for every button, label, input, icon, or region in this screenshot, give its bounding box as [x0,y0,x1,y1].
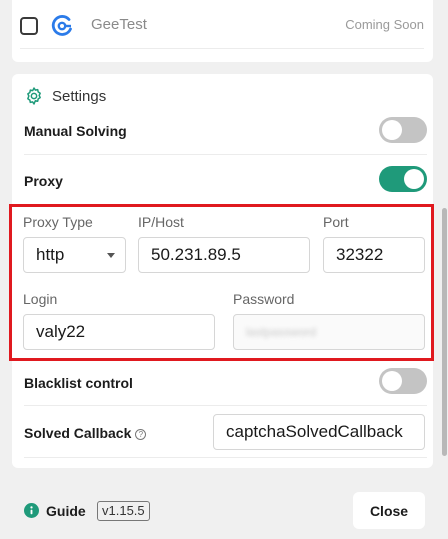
settings-title: Settings [52,88,107,105]
password-input[interactable]: lastpassword [233,314,425,350]
proxy-toggle[interactable] [379,166,427,192]
login-input[interactable]: valy22 [23,314,215,350]
divider [24,405,427,406]
host-input[interactable]: 50.231.89.5 [138,237,310,273]
proxy-type-select[interactable]: http [23,237,126,273]
login-value: valy22 [36,322,86,341]
gear-icon [27,87,41,105]
manual-solving-toggle[interactable] [379,117,427,143]
scrollbar-thumb[interactable] [442,208,447,456]
toggle-knob [382,120,402,140]
geetest-logo-icon [51,15,72,36]
solved-callback-input[interactable]: captchaSolvedCallback [213,414,425,450]
port-input[interactable]: 32322 [323,237,425,273]
toggle-knob [404,169,424,189]
version-badge: v1.15.5 [97,501,150,521]
port-label: Port [323,214,349,230]
login-label: Login [23,291,58,307]
host-label: IP/Host [138,214,184,230]
chevron-down-icon [107,253,115,258]
toggle-knob [382,371,402,391]
geetest-checkbox[interactable] [20,17,38,35]
solved-callback-label: Solved Callback? [24,425,147,441]
divider [24,154,427,155]
host-value: 50.231.89.5 [151,245,241,264]
close-button[interactable]: Close [353,492,425,529]
blacklist-toggle[interactable] [379,368,427,394]
info-icon [24,503,39,518]
proxy-type-label: Proxy Type [23,214,93,230]
manual-solving-label: Manual Solving [24,123,127,139]
guide-link[interactable]: Guide [46,503,86,519]
solved-callback-text: Solved Callback [24,425,132,441]
blacklist-label: Blacklist control [24,375,133,391]
solved-callback-value: captchaSolvedCallback [226,422,403,441]
coming-soon-label: Coming Soon [345,17,424,32]
divider [20,48,424,49]
proxy-label: Proxy [24,173,63,189]
help-icon[interactable]: ? [135,429,147,440]
port-value: 32322 [336,245,384,264]
proxy-type-value: http [36,245,65,264]
divider [24,457,427,458]
geetest-label: GeeTest [91,16,147,33]
password-value: lastpassword [246,325,317,339]
password-label: Password [233,291,295,307]
